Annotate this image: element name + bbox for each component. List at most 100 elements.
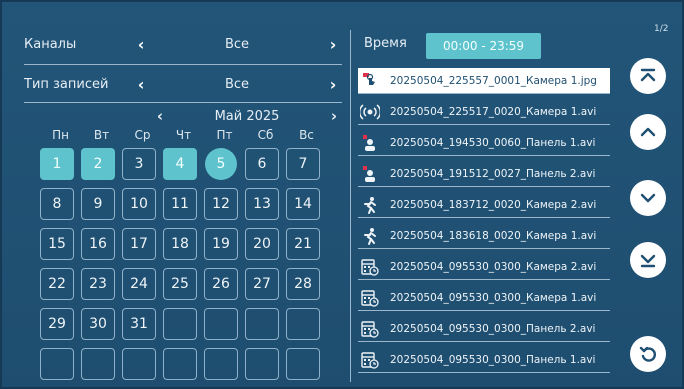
first-page-icon [640, 68, 656, 82]
day-number: 1 [52, 156, 62, 172]
calendar-day[interactable]: 12 [204, 188, 238, 220]
calendar-day[interactable]: 5 [204, 148, 238, 180]
weekday-label: Вс [299, 128, 314, 142]
calendar-day[interactable]: 31 [122, 308, 156, 340]
day-number: 20 [253, 236, 271, 252]
calendar-day[interactable]: 2 [81, 148, 115, 180]
recording-filename: 20250504_225557_0001_Камера 1.jpg [390, 74, 597, 87]
calendar-day[interactable]: 22 [40, 268, 74, 300]
day-number: 7 [298, 156, 308, 172]
photo-motion-icon [358, 71, 382, 91]
calendar-day[interactable]: 28 [286, 268, 320, 300]
last-page-icon [640, 254, 656, 268]
page-up-button[interactable] [630, 114, 666, 150]
calendar-day[interactable]: 19 [204, 228, 238, 260]
calendar-day[interactable]: 10 [122, 188, 156, 220]
day-number: 26 [212, 276, 230, 292]
schedule-icon [358, 288, 382, 308]
day-number: 31 [130, 316, 148, 332]
day-number: 24 [130, 276, 148, 292]
day-number: 14 [294, 196, 312, 212]
recording-filename: 20250504_194530_0060_Панель 1.avi [390, 136, 596, 149]
filter-divider [24, 64, 342, 65]
calendar-day[interactable]: 1 [40, 148, 74, 180]
calendar-day[interactable]: 6 [245, 148, 279, 180]
back-button[interactable] [630, 336, 666, 372]
selected-day-label: 5 [205, 148, 237, 180]
weekday-label: Пт [216, 128, 233, 142]
calendar-day[interactable]: 29 [40, 308, 74, 340]
calendar-day[interactable]: 8 [40, 188, 74, 220]
recording-row[interactable]: 20250504_095530_0300_Камера 2.avi [358, 254, 610, 280]
calendar-day[interactable]: 15 [40, 228, 74, 260]
back-icon [639, 346, 656, 362]
empty-day-cell [204, 348, 238, 380]
weekday-header: Пн Вт Ср Чт Пт Сб Вс [40, 128, 327, 142]
day-number: 23 [89, 276, 107, 292]
recording-filename: 20250504_225517_0020_Камера 1.avi [390, 105, 597, 118]
page-up-icon [640, 127, 656, 137]
calendar-day[interactable]: 20 [245, 228, 279, 260]
record-type-next-arrow-icon[interactable]: › [324, 75, 342, 94]
day-number: 9 [93, 196, 103, 212]
empty-day-cell [163, 348, 197, 380]
day-number: 11 [171, 196, 189, 212]
recording-row[interactable]: 20250504_194530_0060_Панель 1.avi [358, 130, 610, 156]
last-page-button[interactable] [630, 242, 666, 278]
calendar-day[interactable]: 23 [81, 268, 115, 300]
recording-filename: 20250504_095530_0300_Камера 1.avi [390, 291, 597, 304]
page-down-icon [640, 193, 656, 203]
day-number: 3 [134, 156, 144, 172]
record-type-prev-arrow-icon[interactable]: ‹ [132, 75, 150, 94]
motion-icon [358, 195, 382, 215]
recording-row[interactable]: 20250504_183712_0020_Камера 2.avi [358, 192, 610, 218]
recording-row[interactable]: 20250504_191512_0027_Панель 2.avi [358, 161, 610, 187]
month-title: Май 2025 [214, 108, 280, 124]
recording-row[interactable]: 20250504_095530_0300_Панель 1.avi [358, 347, 610, 373]
channels-value: Все [224, 36, 250, 52]
empty-day-cell [40, 348, 74, 380]
calendar-day[interactable]: 30 [81, 308, 115, 340]
calendar-day[interactable]: 17 [122, 228, 156, 260]
time-range-button[interactable]: 00:00 - 23:59 [426, 33, 541, 59]
calendar-day[interactable]: 9 [81, 188, 115, 220]
day-number: 2 [93, 156, 103, 172]
calendar-day[interactable]: 26 [204, 268, 238, 300]
month-next-arrow-icon[interactable]: › [326, 107, 342, 125]
sensor-icon [358, 102, 382, 122]
day-number: 12 [212, 196, 230, 212]
motion-icon [358, 226, 382, 246]
recording-row[interactable]: 20250504_095530_0300_Панель 2.avi [358, 316, 610, 342]
day-number: 16 [89, 236, 107, 252]
day-number: 27 [253, 276, 271, 292]
call-panel-icon [358, 133, 382, 153]
calendar-day[interactable]: 13 [245, 188, 279, 220]
first-page-button[interactable] [630, 58, 666, 94]
calendar-day[interactable]: 27 [245, 268, 279, 300]
recording-row[interactable]: 20250504_225557_0001_Камера 1.jpg [358, 68, 610, 94]
calendar-day[interactable]: 21 [286, 228, 320, 260]
recording-row[interactable]: 20250504_095530_0300_Камера 1.avi [358, 285, 610, 311]
calendar-day[interactable]: 24 [122, 268, 156, 300]
calendar-day[interactable]: 3 [122, 148, 156, 180]
filter-divider [24, 102, 342, 103]
time-label: Время [364, 36, 407, 51]
channels-prev-arrow-icon[interactable]: ‹ [132, 35, 150, 54]
calendar-day[interactable]: 25 [163, 268, 197, 300]
calendar-day[interactable]: 14 [286, 188, 320, 220]
month-prev-arrow-icon[interactable]: ‹ [152, 107, 168, 125]
recording-filename: 20250504_095530_0300_Камера 2.avi [390, 260, 597, 273]
page-down-button[interactable] [630, 180, 666, 216]
day-number: 25 [171, 276, 189, 292]
record-type-filter: Тип записей ‹ Все › [24, 70, 342, 98]
calendar-day[interactable]: 16 [81, 228, 115, 260]
calendar-day[interactable]: 18 [163, 228, 197, 260]
calendar-day[interactable]: 11 [163, 188, 197, 220]
channels-next-arrow-icon[interactable]: › [324, 35, 342, 54]
recording-filename: 20250504_191512_0027_Панель 2.avi [390, 167, 596, 180]
recording-row[interactable]: 20250504_183618_0020_Камера 1.avi [358, 223, 610, 249]
calendar-day[interactable]: 4 [163, 148, 197, 180]
calendar-day[interactable]: 7 [286, 148, 320, 180]
day-number: 10 [130, 196, 148, 212]
recording-row[interactable]: 20250504_225517_0020_Камера 1.avi [358, 99, 610, 125]
